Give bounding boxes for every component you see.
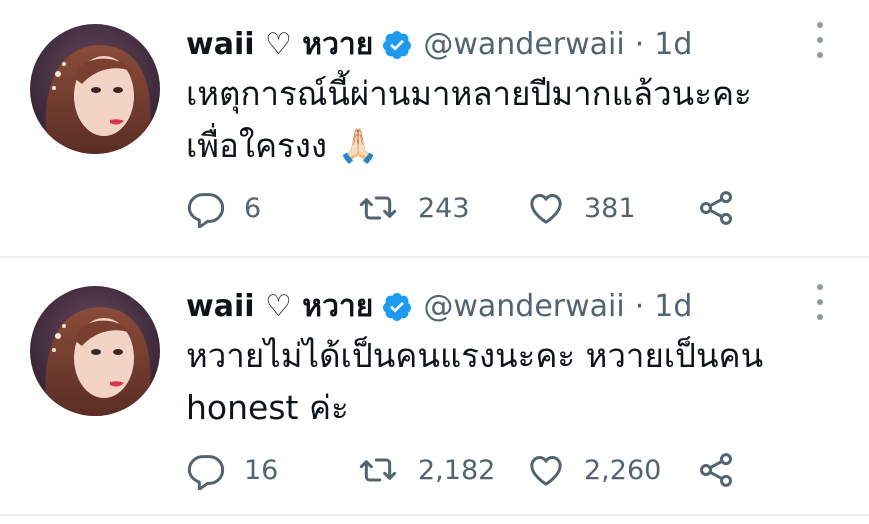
share-button[interactable] (696, 186, 736, 230)
verified-icon (383, 293, 412, 321)
avatar[interactable] (30, 24, 160, 154)
tweet-header: waii ♡ หวาย @wanderwaii · 1d (186, 284, 692, 330)
tweet-header: waii ♡ หวาย @wanderwaii · 1d (186, 22, 692, 68)
reply-count: 6 (244, 192, 262, 224)
timestamp[interactable]: 1d (654, 22, 692, 68)
tweet-text-line: เพื่อใครงง 🙏🏻 (186, 126, 379, 165)
tweet-card[interactable]: waii ♡ หวาย @wanderwaii · 1d เหตุการณ์นี… (0, 0, 869, 262)
tweet-text-line: หวายไม่ได้เป็นคนแรงนะคะ หวายเป็นคน (186, 336, 764, 375)
reply-button[interactable]: 16 (186, 448, 278, 492)
more-icon[interactable] (808, 22, 832, 58)
handle[interactable]: @wanderwaii (423, 22, 624, 68)
separator: · (634, 289, 645, 324)
reply-icon (187, 455, 225, 490)
action-bar: 6 243 381 (186, 186, 746, 230)
tweet-text-line: เหตุการณ์นี้ผ่านมาหลายปีมากแล้วนะคะ (186, 74, 752, 113)
display-name[interactable]: waii ♡ หวาย (186, 284, 373, 330)
tweet-divider (0, 256, 869, 258)
like-count: 381 (584, 192, 636, 224)
verified-icon (383, 31, 412, 59)
retweet-button[interactable]: 2,182 (356, 448, 495, 492)
like-count: 2,260 (584, 454, 662, 486)
retweet-icon (359, 196, 397, 220)
avatar[interactable] (30, 286, 160, 416)
share-icon (699, 191, 733, 225)
retweet-button[interactable]: 243 (356, 186, 470, 230)
display-name[interactable]: waii ♡ หวาย (186, 22, 373, 68)
like-icon (530, 194, 562, 224)
reply-button[interactable]: 6 (186, 186, 261, 230)
action-bar: 16 2,182 2,260 (186, 448, 746, 492)
share-button[interactable] (696, 448, 736, 492)
tweet-text-line: honest ค่ะ (186, 388, 349, 427)
like-button[interactable]: 381 (526, 186, 636, 230)
tweet-divider (0, 514, 869, 516)
timestamp[interactable]: 1d (654, 284, 692, 330)
like-button[interactable]: 2,260 (526, 448, 661, 492)
handle[interactable]: @wanderwaii (423, 284, 624, 330)
tweet-card[interactable]: waii ♡ หวาย @wanderwaii · 1d หวายไม่ได้เ… (0, 262, 869, 524)
tweet-text: หวายไม่ได้เป็นคนแรงนะคะ หวายเป็นคน hones… (186, 330, 826, 434)
retweet-count: 2,182 (418, 454, 496, 486)
retweet-count: 243 (418, 192, 470, 224)
share-icon (699, 453, 733, 487)
retweet-icon (359, 458, 397, 482)
separator: · (634, 27, 645, 62)
like-icon (530, 456, 562, 486)
tweet-text: เหตุการณ์นี้ผ่านมาหลายปีมากแล้วนะคะ เพื่… (186, 68, 826, 172)
more-icon[interactable] (808, 284, 832, 320)
reply-icon (187, 193, 225, 228)
reply-count: 16 (244, 454, 279, 486)
